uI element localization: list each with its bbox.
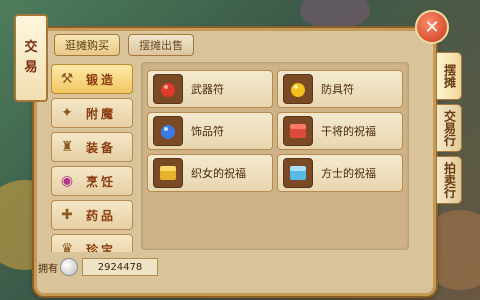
- item-name: 方士的祝福: [321, 167, 376, 180]
- side-tab-label: 摆摊: [442, 64, 457, 88]
- category-medicine[interactable]: ✚ 药品: [51, 200, 133, 230]
- medicine-icon: ✚: [61, 207, 73, 223]
- side-tab-auction[interactable]: 拍卖行: [436, 156, 462, 204]
- category-equipment[interactable]: ♜ 装备: [51, 132, 133, 162]
- item-accessory-charm[interactable]: 饰品符: [147, 112, 273, 150]
- item-armor-charm[interactable]: 防具符: [277, 70, 403, 108]
- side-tab-label: 交易行: [442, 110, 457, 146]
- sparkle-icon: ✦: [61, 105, 73, 121]
- category-enchant[interactable]: ✦ 附魔: [51, 98, 133, 128]
- item-name: 干将的祝福: [321, 125, 376, 138]
- owned-label: 拥有: [38, 263, 58, 275]
- tab-stall-sell[interactable]: 摆摊出售: [128, 34, 194, 56]
- item-grid: 武器符 防具符 饰品符 干将的祝福 织女的祝福 方士的祝福: [141, 62, 409, 250]
- pot-icon: ◉: [60, 173, 74, 189]
- category-label: 附魔: [86, 106, 117, 121]
- item-weapon-charm[interactable]: 武器符: [147, 70, 273, 108]
- close-icon: ✕: [424, 16, 440, 38]
- category-label: 药品: [86, 208, 117, 223]
- item-ganjiang-blessing[interactable]: 干将的祝福: [277, 112, 403, 150]
- side-tab-label: 拍卖行: [442, 162, 457, 198]
- background-decoration: [300, 0, 370, 30]
- side-tab-stall[interactable]: 摆摊: [436, 52, 462, 100]
- close-button[interactable]: ✕: [415, 10, 449, 44]
- helmet-icon: ♜: [60, 139, 74, 155]
- window-title: 交 易: [14, 14, 48, 102]
- item-weaver-blessing[interactable]: 织女的祝福: [147, 154, 273, 192]
- category-label: 烹饪: [86, 174, 117, 189]
- category-cooking[interactable]: ◉ 烹饪: [51, 166, 133, 196]
- red-gem-icon: [153, 74, 183, 104]
- currency-footer: 拥有 2924478: [38, 258, 158, 276]
- category-list: ⚒ 锻造 ✦ 附魔 ♜ 装备 ◉ 烹饪 ✚ 药品 ♛ 珍宝: [51, 62, 133, 252]
- yellow-gem-icon: [283, 74, 313, 104]
- blue-gem-icon: [153, 116, 183, 146]
- red-chest-icon: [283, 116, 313, 146]
- side-tab-exchange[interactable]: 交易行: [436, 104, 462, 152]
- item-name: 织女的祝福: [191, 167, 246, 180]
- hammer-icon: ⚒: [60, 71, 74, 87]
- tab-browse-buy[interactable]: 逛摊购买: [54, 34, 120, 56]
- item-name: 防具符: [321, 83, 354, 96]
- treasure-icon: ♛: [60, 241, 74, 252]
- blue-chest-icon: [283, 158, 313, 188]
- item-name: 饰品符: [191, 125, 224, 138]
- item-name: 武器符: [191, 83, 224, 96]
- currency-amount: 2924478: [82, 258, 158, 276]
- title-char: 易: [24, 60, 38, 75]
- category-label: 珍宝: [86, 242, 117, 253]
- category-treasure[interactable]: ♛ 珍宝: [51, 234, 133, 252]
- item-alchemist-blessing[interactable]: 方士的祝福: [277, 154, 403, 192]
- gold-chest-icon: [153, 158, 183, 188]
- category-label: 锻造: [86, 72, 117, 87]
- title-char: 交: [24, 40, 38, 55]
- category-forge[interactable]: ⚒ 锻造: [51, 64, 133, 94]
- category-label: 装备: [86, 140, 117, 155]
- silver-coin-icon: [60, 258, 78, 276]
